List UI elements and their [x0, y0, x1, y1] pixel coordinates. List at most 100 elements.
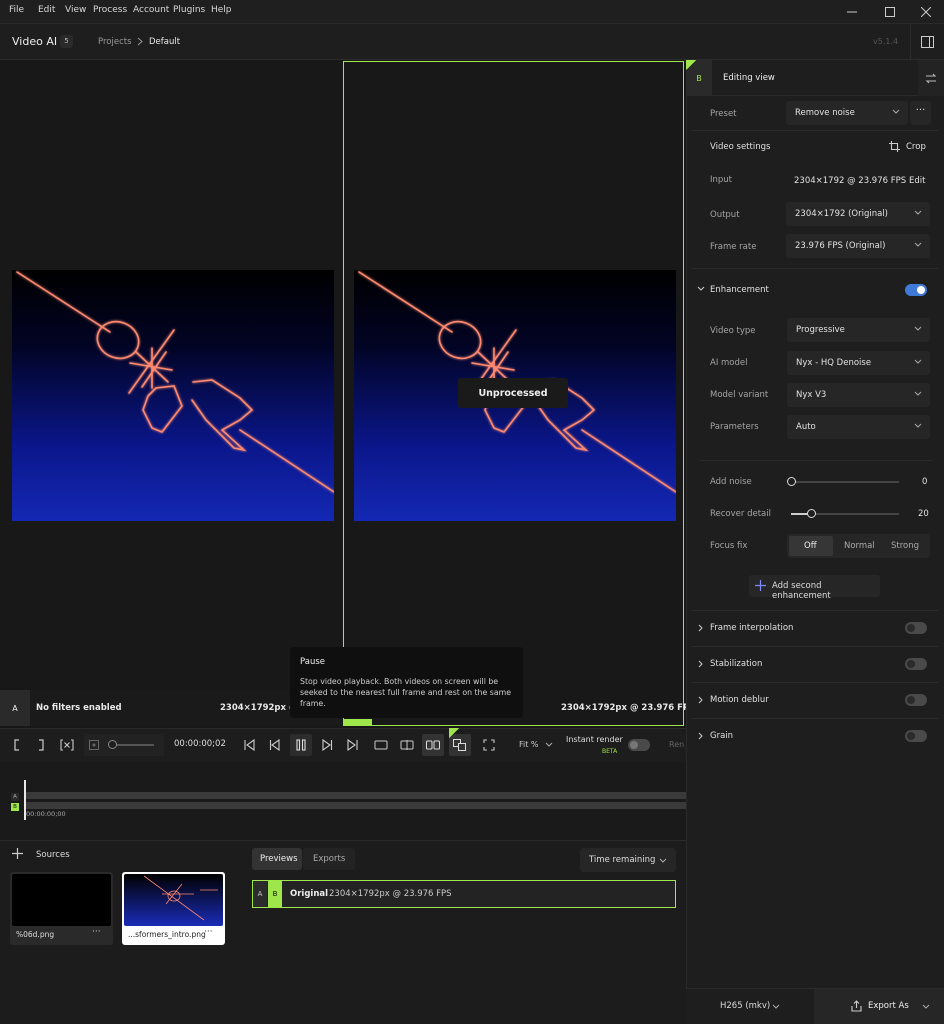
menu-plugins[interactable]: Plugins: [173, 5, 205, 15]
tooltip-title: Pause: [300, 657, 325, 667]
render-label[interactable]: Ren: [669, 740, 684, 749]
export-as-button[interactable]: Export As: [814, 989, 944, 1024]
app-title: Video AI: [12, 35, 58, 48]
output-dropdown[interactable]: 2304×1792 (Original): [786, 202, 930, 226]
fit-zoom-dropdown[interactable]: Fit %: [519, 740, 539, 749]
more-icon[interactable]: ···: [92, 927, 101, 937]
tab-previews[interactable]: Previews: [252, 848, 302, 870]
split-view-button[interactable]: [396, 734, 418, 756]
add-noise-handle[interactable]: [787, 477, 796, 486]
grain-toggle[interactable]: [905, 730, 927, 742]
mark-in-button[interactable]: [6, 734, 28, 756]
video-type-dropdown[interactable]: Progressive: [787, 318, 930, 342]
edit-input-button[interactable]: Edit: [909, 176, 925, 186]
zoom-slider-handle[interactable]: [108, 740, 117, 749]
maximize-icon[interactable]: [876, 3, 904, 21]
chevron-down-icon: [892, 109, 900, 114]
more-icon[interactable]: ···: [204, 927, 213, 937]
chevron-down-icon[interactable]: [697, 286, 705, 291]
mark-out-button[interactable]: [30, 734, 52, 756]
codec-dropdown[interactable]: H265 (mkv): [720, 1001, 770, 1011]
model-variant-dropdown[interactable]: Nyx V3: [787, 383, 930, 407]
source-card[interactable]: %06d.png ···: [10, 872, 113, 945]
pause-tooltip: Pause Stop video playback. Both videos o…: [290, 647, 523, 718]
close-icon[interactable]: [912, 3, 940, 21]
chevron-right-icon[interactable]: [698, 732, 703, 740]
menu-process[interactable]: Process: [93, 5, 127, 15]
sidebar-icon: [921, 35, 934, 48]
tab-exports[interactable]: Exports: [303, 848, 355, 870]
recover-detail-handle[interactable]: [807, 509, 816, 518]
preset-dropdown[interactable]: Remove noise: [786, 101, 908, 125]
fullscreen-button[interactable]: [478, 734, 500, 756]
source-card[interactable]: ...sformers_intro.png ···: [122, 872, 225, 945]
focus-fix-strong[interactable]: Strong: [891, 541, 919, 551]
stabilization-title[interactable]: Stabilization: [710, 659, 762, 669]
export-icon: [851, 1000, 862, 1012]
pause-button[interactable]: [290, 734, 312, 756]
preset-more-button[interactable]: ···: [910, 101, 931, 125]
next-frame-button[interactable]: [316, 734, 338, 756]
recover-detail-label: Recover detail: [710, 509, 771, 519]
frame-rate-dropdown[interactable]: 23.976 FPS (Original): [786, 234, 930, 258]
breadcrumb-projects[interactable]: Projects: [98, 37, 132, 47]
add-noise-slider[interactable]: [791, 481, 899, 483]
crop-button[interactable]: Crop: [906, 142, 926, 152]
stabilization-toggle[interactable]: [905, 658, 927, 670]
crop-icon[interactable]: [889, 141, 900, 152]
motion-deblur-toggle[interactable]: [905, 694, 927, 706]
go-to-end-button[interactable]: [342, 734, 364, 756]
grain-title[interactable]: Grain: [710, 731, 733, 741]
filters-status: No filters enabled: [36, 703, 122, 713]
chevron-right-icon[interactable]: [698, 660, 703, 668]
menu-file[interactable]: File: [9, 5, 24, 15]
timeline[interactable]: [0, 762, 686, 840]
instant-render-toggle[interactable]: [628, 739, 650, 751]
breadcrumb-default[interactable]: Default: [149, 37, 180, 47]
single-view-button[interactable]: [370, 734, 392, 756]
side-by-side-button[interactable]: [422, 734, 444, 756]
track-b[interactable]: [24, 802, 686, 809]
motion-deblur-title[interactable]: Motion deblur: [710, 695, 769, 705]
original-image: [12, 270, 334, 521]
source-name: %06d.png: [16, 930, 55, 939]
sort-dropdown[interactable]: Time remaining: [580, 848, 676, 872]
minimize-icon[interactable]: [838, 3, 866, 21]
frame-interpolation-title[interactable]: Frame interpolation: [710, 623, 793, 633]
focus-fix-off[interactable]: Off: [789, 536, 833, 556]
swap-view-button[interactable]: [918, 60, 944, 96]
compare-active-marker: [449, 728, 459, 738]
beta-badge: BETA: [602, 748, 618, 755]
zoom-icon[interactable]: [89, 740, 99, 750]
panel-toggle-button[interactable]: [910, 24, 944, 59]
focus-fix-normal[interactable]: Normal: [844, 541, 875, 551]
chevron-down-icon: [772, 1004, 780, 1009]
timeline-timecode: 00:00:00;00: [26, 810, 66, 818]
menu-edit[interactable]: Edit: [38, 5, 55, 15]
frame-interpolation-toggle[interactable]: [905, 622, 927, 634]
menu-view[interactable]: View: [65, 5, 86, 15]
parameters-dropdown[interactable]: Auto: [787, 415, 930, 439]
divider: [692, 610, 938, 611]
chevron-right-icon[interactable]: [698, 624, 703, 632]
enhancement-toggle[interactable]: [905, 284, 927, 296]
enhancement-title[interactable]: Enhancement: [710, 285, 769, 295]
tooltip-body: Stop video playback. Both videos on scre…: [300, 677, 512, 708]
menu-account[interactable]: Account: [133, 5, 169, 15]
chevron-down-icon: [914, 359, 922, 364]
chevron-right-icon[interactable]: [698, 696, 703, 704]
add-source-icon[interactable]: [12, 848, 23, 859]
ai-model-dropdown[interactable]: Nyx - HQ Denoise: [787, 351, 930, 375]
title-bar: Video AI 5 Projects Default v5.1.4: [0, 24, 944, 60]
chevron-down-icon: [914, 423, 922, 428]
clear-marks-button[interactable]: [56, 734, 78, 756]
add-second-enhancement-button[interactable]: Add second enhancement: [749, 575, 880, 601]
menu-help[interactable]: Help: [211, 5, 232, 15]
pane-a-badge: A: [0, 690, 30, 726]
preview-row[interactable]: A B Original 2304×1792px @ 23.976 FPS: [252, 880, 676, 908]
chevron-down-icon: [659, 858, 667, 863]
output-label: Output: [710, 210, 740, 220]
go-to-start-button[interactable]: [238, 734, 260, 756]
previous-frame-button[interactable]: [264, 734, 286, 756]
track-a[interactable]: [24, 792, 686, 799]
